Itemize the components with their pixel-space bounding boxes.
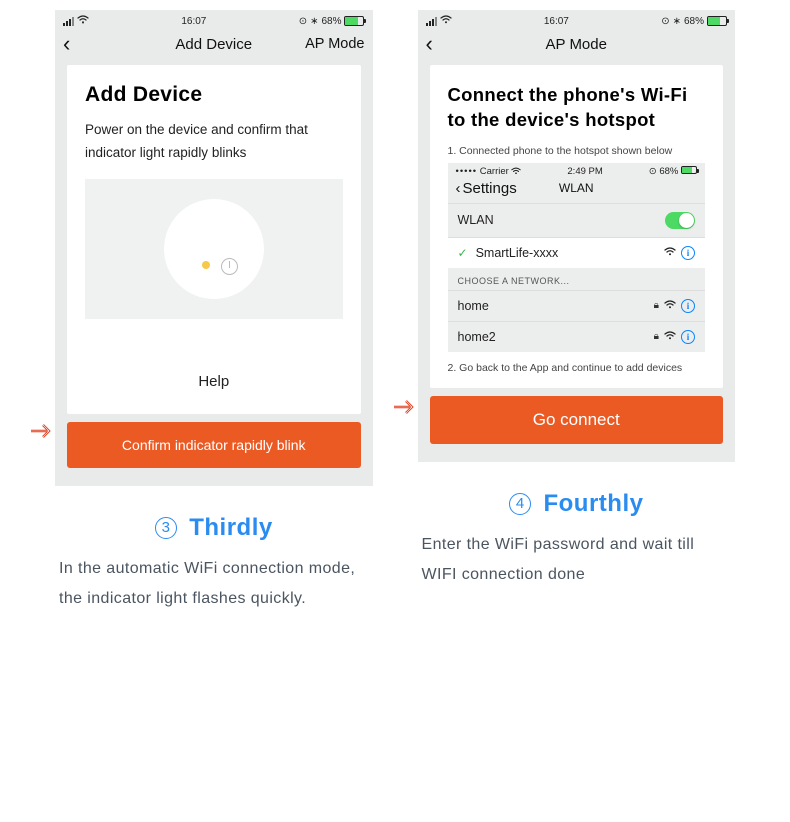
info-icon[interactable]: i [681, 246, 695, 260]
checkmark-icon: ✓ [458, 246, 468, 260]
battery-icon [707, 16, 727, 26]
battery-icon [344, 16, 364, 26]
step-word: Thirdly [189, 514, 273, 541]
step-3-column: 16:07 ⊙ ∗ 68% ‹ Add Device AP Mode Add D… [55, 10, 373, 812]
nav-bar: ‹ Add Device AP Mode [55, 29, 373, 65]
content-card: Add Device Power on the device and confi… [67, 65, 361, 414]
device-illustration [85, 179, 343, 319]
info-icon[interactable]: i [681, 330, 695, 344]
status-time: 16:07 [544, 16, 569, 27]
step-description: Enter the WiFi password and wait till WI… [418, 530, 736, 591]
network-name: home [458, 299, 654, 313]
phone-mock-left: 16:07 ⊙ ∗ 68% ‹ Add Device AP Mode Add D… [55, 10, 373, 486]
card-title: Connect the phone's Wi-Fi to the device'… [448, 83, 706, 133]
callout-arrow-icon [392, 397, 420, 417]
wifi-icon [77, 15, 89, 27]
step-word: Fourthly [543, 490, 643, 517]
battery-pct: 68% [684, 16, 704, 27]
wifi-signal-icon [664, 247, 676, 259]
wifi-icon [440, 15, 452, 27]
lock-icon: 🔒︎ [654, 331, 659, 342]
indicator-light-icon [202, 261, 210, 269]
phone-mock-right: 16:07 ⊙ ∗ 68% ‹ AP Mode Connect the phon… [418, 10, 736, 462]
status-time: 16:07 [181, 16, 206, 27]
signal-icon [63, 17, 74, 26]
wifi-signal-icon [664, 300, 676, 312]
lock-icon: 🔒︎ [654, 300, 659, 311]
network-row[interactable]: home 🔒︎ i [448, 290, 706, 321]
step-description: In the automatic WiFi connection mode, t… [55, 554, 373, 615]
step-number: 3 [155, 517, 177, 539]
signal-icon [426, 17, 437, 26]
wlan-toggle-row[interactable]: WLAN [448, 203, 706, 237]
step-2-text: 2. Go back to the App and continue to ad… [448, 362, 706, 374]
bluetooth-icon: ∗ [673, 16, 681, 27]
selected-network-row[interactable]: ✓ SmartLife-xxxx i [448, 237, 706, 268]
info-icon[interactable]: i [681, 299, 695, 313]
status-bar: 16:07 ⊙ ∗ 68% [418, 10, 736, 29]
inner-nav: ‹Settings WLAN [448, 177, 706, 203]
choose-network-label: CHOOSE A NETWORK... [448, 268, 706, 290]
card-desc: Power on the device and confirm that ind… [85, 119, 343, 165]
power-icon [221, 258, 238, 275]
network-row[interactable]: home2 🔒︎ i [448, 321, 706, 352]
wlan-toggle[interactable] [665, 212, 695, 229]
nav-title: AP Mode [418, 36, 736, 53]
help-link[interactable]: Help [85, 337, 343, 406]
wifi-settings-screenshot: ••••• Carrier 2:49 PM ⊙ 68% ‹Settings WL… [448, 163, 706, 352]
step-caption: 4 Fourthly [418, 490, 736, 518]
nav-bar: ‹ AP Mode [418, 29, 736, 65]
confirm-button[interactable]: Confirm indicator rapidly blink [67, 422, 361, 468]
selected-network-name: SmartLife-xxxx [476, 246, 664, 260]
inner-battery-pct: 68% [659, 166, 678, 177]
step-1-text: 1. Connected phone to the hotspot shown … [448, 145, 706, 157]
wlan-label: WLAN [458, 213, 666, 227]
step-4-column: 16:07 ⊙ ∗ 68% ‹ AP Mode Connect the phon… [418, 10, 736, 812]
step-number: 4 [509, 493, 531, 515]
status-bar: 16:07 ⊙ ∗ 68% [55, 10, 373, 29]
step-caption: 3 Thirdly [55, 514, 373, 542]
wifi-signal-icon [664, 331, 676, 343]
battery-pct: 68% [321, 16, 341, 27]
inner-nav-title: WLAN [448, 181, 706, 195]
content-card: Connect the phone's Wi-Fi to the device'… [430, 65, 724, 388]
go-connect-button[interactable]: Go connect [430, 396, 724, 444]
inner-time: 2:49 PM [567, 166, 602, 177]
carrier-label: Carrier [480, 166, 509, 177]
bluetooth-icon: ∗ [310, 16, 318, 27]
card-title: Add Device [85, 83, 343, 107]
ap-mode-button[interactable]: AP Mode [305, 36, 364, 52]
alarm-icon: ⊙ [299, 16, 307, 27]
alarm-icon: ⊙ [661, 16, 669, 27]
callout-arrow-icon [29, 421, 57, 441]
inner-status-bar: ••••• Carrier 2:49 PM ⊙ 68% [448, 163, 706, 177]
network-name: home2 [458, 330, 654, 344]
